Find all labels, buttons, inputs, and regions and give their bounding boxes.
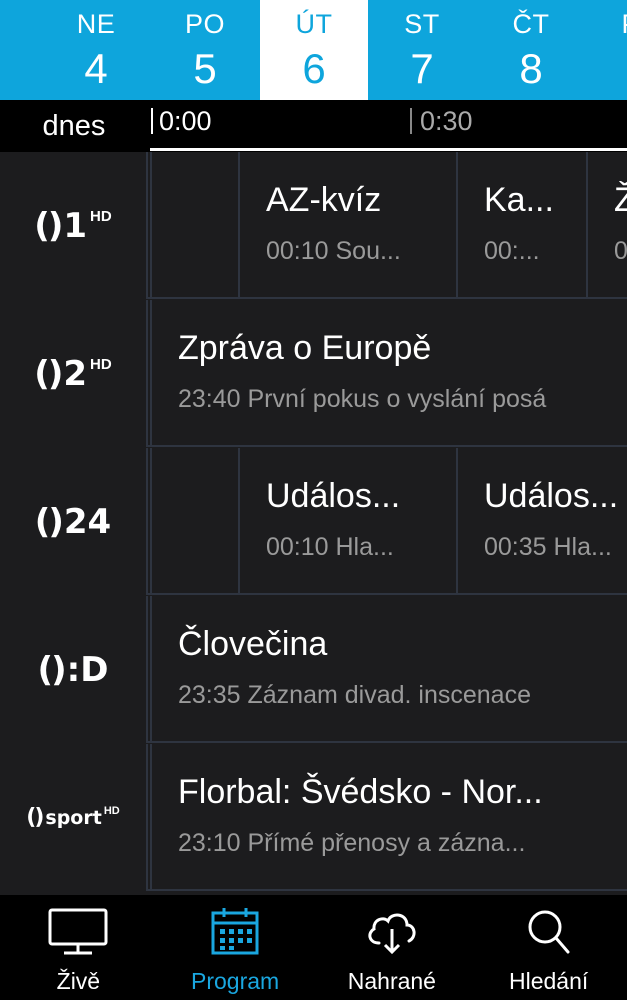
program-cell[interactable]: Zpráva o Europě 23:40 První pokus o vysl… xyxy=(150,300,627,447)
program-title: Zpráva o Europě xyxy=(178,329,432,367)
calendar-icon xyxy=(211,908,259,955)
nav-recorded[interactable]: Nahrané xyxy=(314,895,471,1000)
time-header: dnes 0:00 0:30 xyxy=(0,100,627,152)
hd-badge: HD xyxy=(103,805,120,817)
program-cell[interactable]: Florbal: Švédsko - Nor... 23:10 Přímé př… xyxy=(150,744,627,891)
channel-row: () 24 Událos... 00:10 Hla... Událos... 0… xyxy=(0,448,627,595)
day-date: 3 xyxy=(0,48,20,90)
day-date: 9 xyxy=(586,48,627,90)
program-cell[interactable] xyxy=(150,152,238,299)
channel-row: () 2 HD Zpráva o Europě 23:40 První poku… xyxy=(0,300,627,447)
time-label: 0:30 xyxy=(420,106,473,136)
day-name: ČT xyxy=(512,9,550,39)
channel-number: sport xyxy=(45,806,102,829)
program-subtitle: 23:40 První pokus o vyslání posá xyxy=(178,385,547,413)
program-subtitle: 23:10 Přímé přenosy a zázna... xyxy=(178,829,526,857)
channel-number: 2 xyxy=(63,353,88,394)
bottom-navigation: Živě Program Nahrané Hledání xyxy=(0,895,627,1000)
ct-logo-mark: () xyxy=(34,205,63,246)
ct24-logo: () 24 xyxy=(35,502,111,542)
program-title: Človečina xyxy=(178,625,328,663)
nav-label: Hledání xyxy=(508,968,589,994)
ct1-logo: () 1 HD xyxy=(34,206,111,246)
search-icon xyxy=(528,910,570,954)
channel-row: () :D Človečina 23:35 Záznam divad. insc… xyxy=(0,596,627,743)
nav-search[interactable]: Hledání xyxy=(470,895,627,1000)
nav-label: Živě xyxy=(56,968,101,994)
day-selector: SO 3 NE 4 PO 5 ÚT 6 ST 7 ČT 8 PÁ 9 xyxy=(0,0,627,100)
program-subtitle: 00:... xyxy=(484,237,540,265)
program-title: AZ-kvíz xyxy=(266,181,382,219)
day-item-6-selected[interactable]: ÚT 6 xyxy=(260,0,368,100)
time-tick xyxy=(151,108,153,134)
ctd-logo: () :D xyxy=(38,650,109,690)
ct-logo-mark: () xyxy=(34,353,63,394)
ct2-logo: () 2 HD xyxy=(34,354,111,394)
channel-number: :D xyxy=(66,649,109,690)
day-item-3[interactable]: SO 3 xyxy=(0,0,20,100)
epg-grid: () 1 HD AZ-kvíz 00:10 Sou... Ka... 00:..… xyxy=(0,152,627,895)
day-name: PÁ xyxy=(586,11,627,38)
cloud-download-icon xyxy=(368,913,416,955)
channel-row: () sport HD Florbal: Švédsko - Nor... 23… xyxy=(0,744,627,891)
channel-row: () 1 HD AZ-kvíz 00:10 Sou... Ka... 00:..… xyxy=(0,152,627,299)
program-cell[interactable]: Událos... 00:10 Hla... xyxy=(238,448,456,595)
day-name: PO xyxy=(184,9,225,39)
day-date: 8 xyxy=(519,45,543,92)
channel-logo-ctd[interactable]: () :D xyxy=(0,596,148,743)
program-cell[interactable]: AZ-kvíz 00:10 Sou... xyxy=(238,152,456,299)
day-item-9[interactable]: PÁ 9 xyxy=(586,0,627,100)
program-cell[interactable]: Událos... 00:35 Hla... xyxy=(456,448,627,595)
program-cell[interactable] xyxy=(150,448,238,595)
day-name: NE xyxy=(76,9,116,39)
program-subtitle: 0 xyxy=(614,237,627,265)
ctsport-logo: () sport HD xyxy=(26,805,119,830)
program-title: Ka... xyxy=(484,181,554,219)
day-date: 4 xyxy=(84,45,108,92)
channel-logo-ct2[interactable]: () 2 HD xyxy=(0,300,148,447)
channel-number: 24 xyxy=(63,501,112,542)
tv-icon xyxy=(48,908,108,955)
day-item-8[interactable]: ČT 8 xyxy=(477,0,585,100)
program-title: Událos... xyxy=(266,477,401,515)
program-subtitle: 00:10 Sou... xyxy=(266,237,401,265)
nav-label: Nahrané xyxy=(347,968,436,994)
time-label: 0:00 xyxy=(159,106,212,136)
day-date: 5 xyxy=(193,45,217,92)
channel-logo-ct1[interactable]: () 1 HD xyxy=(0,152,148,299)
day-name: SO xyxy=(0,11,20,38)
day-item-7[interactable]: ST 7 xyxy=(368,0,476,100)
nav-program[interactable]: Program xyxy=(157,895,314,1000)
time-tick xyxy=(410,108,412,134)
program-title: Ž xyxy=(614,180,627,220)
channel-number: 1 xyxy=(63,205,88,246)
nav-live[interactable]: Živě xyxy=(0,895,157,1000)
day-date: 7 xyxy=(410,45,434,92)
program-subtitle: 23:35 Záznam divad. inscenace xyxy=(178,681,531,709)
today-label[interactable]: dnes xyxy=(0,100,148,152)
day-date: 6 xyxy=(302,45,326,92)
program-cell[interactable]: Ka... 00:... xyxy=(456,152,586,299)
day-item-5[interactable]: PO 5 xyxy=(151,0,259,100)
program-title: Florbal: Švédsko - Nor... xyxy=(178,773,543,811)
channel-logo-ct24[interactable]: () 24 xyxy=(0,448,148,595)
hd-badge: HD xyxy=(90,355,112,373)
ct-logo-mark: () xyxy=(37,649,67,690)
program-subtitle: 00:10 Hla... xyxy=(266,533,394,561)
program-cell[interactable]: Ž 0 xyxy=(586,152,627,299)
day-name: ST xyxy=(404,9,440,39)
hd-badge: HD xyxy=(90,207,112,225)
day-name: ÚT xyxy=(295,9,333,39)
day-item-4[interactable]: NE 4 xyxy=(42,0,150,100)
channel-logo-ctsport[interactable]: () sport HD xyxy=(0,744,148,891)
ct-logo-mark: () xyxy=(26,805,44,830)
program-subtitle: 00:35 Hla... xyxy=(484,533,612,561)
program-cell[interactable]: Človečina 23:35 Záznam divad. inscenace xyxy=(150,596,627,743)
ct-logo-mark: () xyxy=(34,501,64,542)
timeline-progress xyxy=(150,148,627,151)
nav-label: Program xyxy=(191,968,280,994)
program-title: Událos... xyxy=(484,477,619,515)
